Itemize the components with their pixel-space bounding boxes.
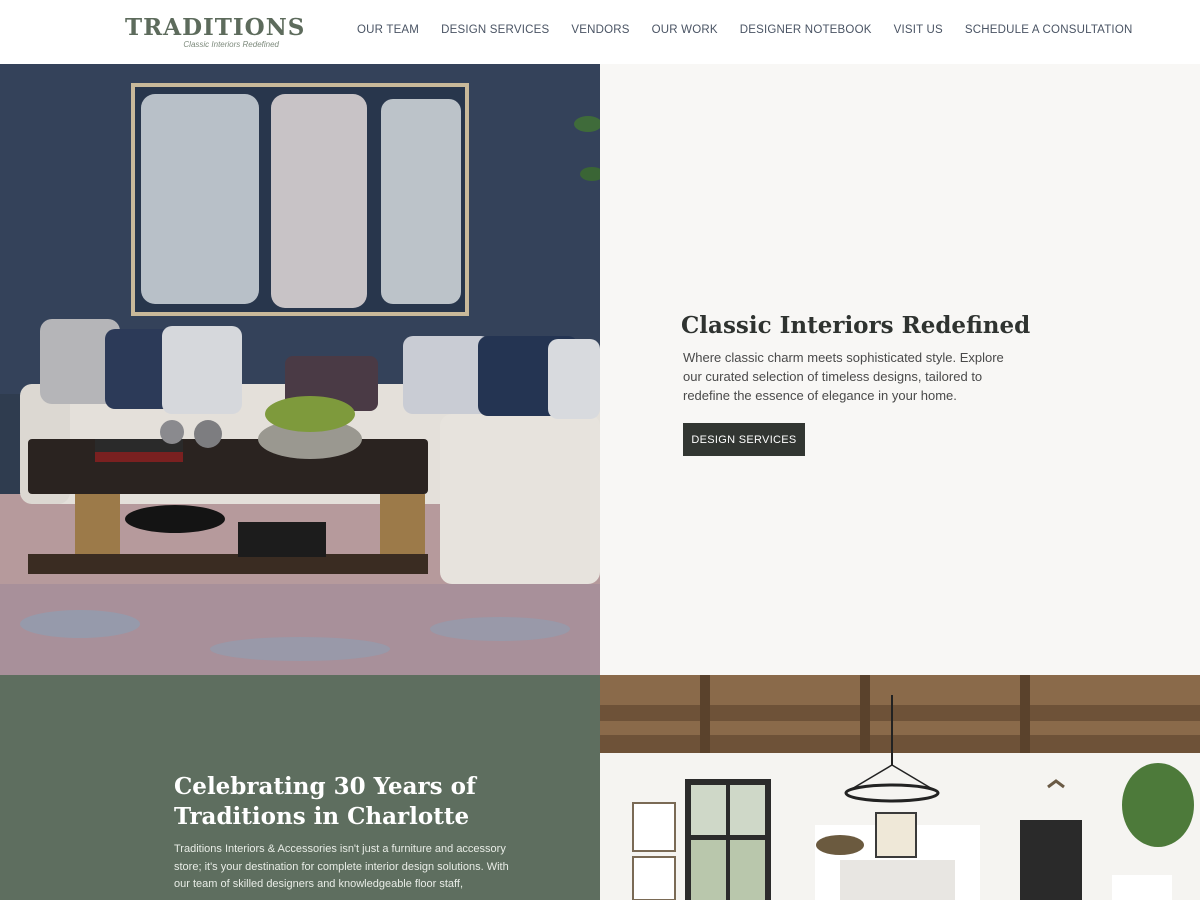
nav-item-our-team[interactable]: OUR TEAM xyxy=(357,24,419,36)
hero-title: Classic Interiors Redefined xyxy=(681,312,1031,339)
about-panel: Celebrating 30 Years of Traditions in Ch… xyxy=(0,675,600,900)
hero-description: Where classic charm meets sophisticated … xyxy=(683,350,1004,403)
brand-tagline: Classic Interiors Redefined xyxy=(183,40,279,49)
about-description: Traditions Interiors & Accessories isn't… xyxy=(174,843,509,890)
living-room-illustration xyxy=(0,64,600,675)
nav-item-vendors[interactable]: VENDORS xyxy=(571,24,629,36)
brand-logo[interactable]: TRADITIONS Classic Interiors Redefined xyxy=(125,14,306,54)
hero-living-room-image xyxy=(0,64,600,675)
rustic-room-illustration xyxy=(600,675,1200,900)
nav-item-designer-notebook[interactable]: DESIGNER NOTEBOOK xyxy=(740,24,872,36)
nav-item-schedule-consultation[interactable]: SCHEDULE A CONSULTATION xyxy=(965,24,1133,36)
nav-item-our-work[interactable]: OUR WORK xyxy=(652,24,718,36)
interior-room-image xyxy=(600,675,1200,900)
hero-panel: Classic Interiors Redefined Where classi… xyxy=(600,64,1200,675)
nav-item-design-services[interactable]: DESIGN SERVICES xyxy=(441,24,549,36)
main-nav: OUR TEAM DESIGN SERVICES VENDORS OUR WOR… xyxy=(357,24,1132,36)
brand-title: TRADITIONS xyxy=(125,14,306,41)
design-services-button[interactable]: DESIGN SERVICES xyxy=(683,423,805,456)
nav-item-visit-us[interactable]: VISIT US xyxy=(894,24,943,36)
about-title: Celebrating 30 Years of Traditions in Ch… xyxy=(174,773,476,830)
site-header: TRADITIONS Classic Interiors Redefined O… xyxy=(0,0,1200,64)
